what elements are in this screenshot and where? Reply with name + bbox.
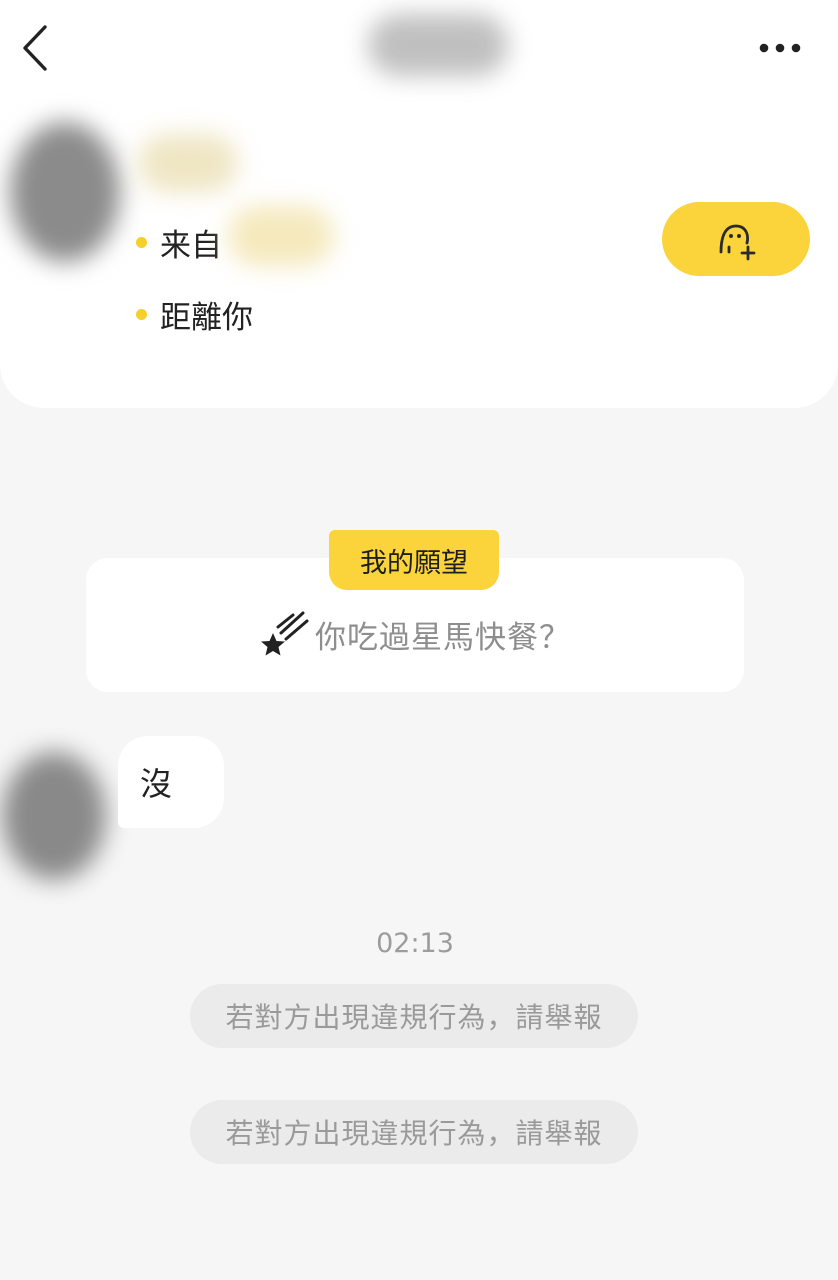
distance-row: 距離你 (136, 290, 253, 338)
bullet-dot (136, 308, 147, 320)
profile-avatar[interactable] (10, 122, 120, 262)
report-notice: 若對方出現違規行為，請舉報 (190, 984, 638, 1048)
blurred-origin-city (228, 206, 334, 266)
wish-label: 我的願望 (329, 530, 499, 590)
wish-content[interactable]: 你吃過星馬快餐？ (86, 604, 744, 664)
blurred-profile-name (138, 134, 238, 192)
bullet-dot (136, 236, 147, 248)
more-options-button[interactable] (752, 28, 808, 68)
chevron-left-icon (23, 25, 47, 71)
message-timestamp: 02:13 (376, 928, 454, 959)
wish-question: 你吃過星馬快餐？ (315, 619, 571, 656)
more-horizontal-icon (759, 43, 801, 53)
chat-message-text: 沒 (140, 765, 173, 803)
origin-label: 来自 (160, 227, 222, 264)
sender-avatar[interactable] (2, 752, 106, 880)
shooting-star-icon (261, 611, 309, 656)
back-button[interactable] (14, 22, 58, 74)
add-user-icon (719, 224, 756, 261)
blurred-username-title (368, 14, 508, 76)
chat-message-bubble[interactable]: 沒 (118, 736, 224, 828)
add-friend-button[interactable] (662, 202, 810, 276)
distance-label: 距離你 (160, 299, 253, 336)
report-notice: 若對方出現違規行為，請舉報 (190, 1100, 638, 1164)
origin-row: 来自 (136, 218, 222, 266)
